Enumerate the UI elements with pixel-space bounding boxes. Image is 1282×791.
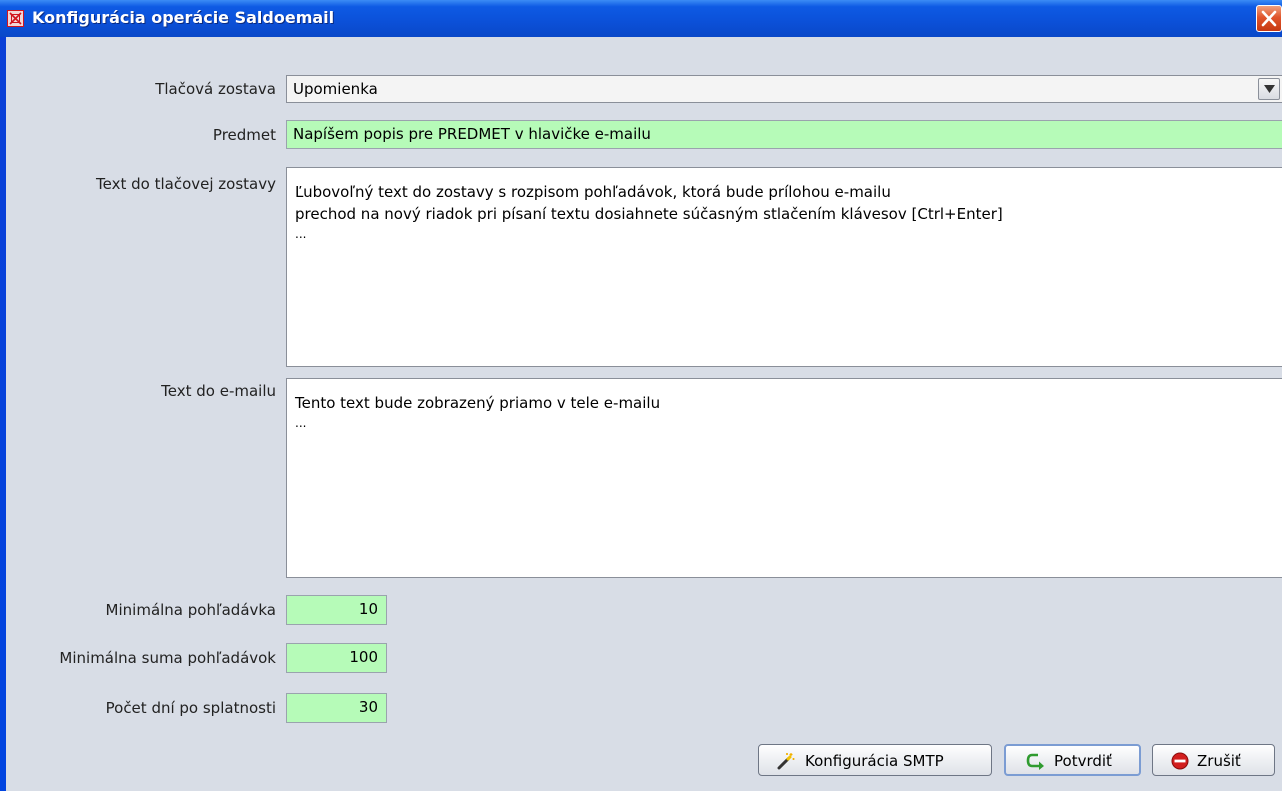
report-text-line: prechod na nový riadok pri písaní textu … [295, 205, 1003, 223]
chevron-down-icon [1264, 85, 1275, 93]
confirm-label: Potvrdiť [1054, 752, 1112, 770]
dropdown-button[interactable] [1258, 78, 1280, 100]
min-claim-value: 10 [358, 600, 378, 618]
min-sum-input[interactable]: 100 [286, 643, 387, 673]
report-text-label: Text do tlačovej zostavy [96, 175, 276, 193]
report-text-line: ... [295, 227, 307, 241]
title-bar[interactable]: Konfigurácia operácie Saldoemail [0, 0, 1282, 37]
email-text-line: ... [295, 416, 307, 430]
min-claim-input[interactable]: 10 [286, 595, 387, 625]
close-button[interactable] [1256, 5, 1282, 32]
dialog-content: Tlačová zostava Upomienka Predmet Napíše… [6, 37, 1282, 791]
smtp-config-label: Konfigurácia SMTP [805, 752, 944, 770]
smtp-config-button[interactable]: Konfigurácia SMTP [758, 744, 992, 776]
confirm-arrow-icon [1026, 752, 1046, 774]
confirm-button[interactable]: Potvrdiť [1004, 744, 1141, 776]
min-claim-label: Minimálna pohľadávka [105, 601, 276, 619]
subject-input-value: Napíšem popis pre PREDMET v hlavičke e-m… [293, 125, 651, 143]
app-icon [7, 10, 24, 27]
report-select-value: Upomienka [293, 80, 378, 98]
email-text-label: Text do e-mailu [161, 382, 276, 400]
report-text-area[interactable]: Ľubovoľný text do zostavy s rozpisom poh… [286, 167, 1282, 367]
magic-wand-icon [777, 752, 795, 774]
subject-label: Predmet [212, 126, 276, 144]
min-sum-label: Minimálna suma pohľadávok [59, 649, 276, 667]
subject-input[interactable]: Napíšem popis pre PREDMET v hlavičke e-m… [286, 120, 1282, 149]
report-label: Tlačová zostava [155, 80, 276, 98]
email-text-area[interactable]: Tento text bude zobrazený priamo v tele … [286, 378, 1282, 578]
days-value: 30 [358, 698, 378, 716]
window-title: Konfigurácia operácie Saldoemail [32, 8, 335, 27]
days-input[interactable]: 30 [286, 693, 387, 723]
report-text-line: Ľubovoľný text do zostavy s rozpisom poh… [295, 183, 891, 201]
min-sum-value: 100 [349, 648, 378, 666]
cancel-button[interactable]: Zrušiť [1152, 744, 1275, 776]
dialog-window: Konfigurácia operácie Saldoemail Tlačová… [0, 0, 1282, 791]
email-text-line: Tento text bude zobrazený priamo v tele … [295, 394, 661, 412]
days-label: Počet dní po splatnosti [105, 699, 276, 717]
close-icon [1261, 10, 1277, 27]
report-select[interactable]: Upomienka [286, 75, 1282, 103]
stop-icon [1171, 752, 1189, 774]
cancel-label: Zrušiť [1197, 752, 1241, 770]
